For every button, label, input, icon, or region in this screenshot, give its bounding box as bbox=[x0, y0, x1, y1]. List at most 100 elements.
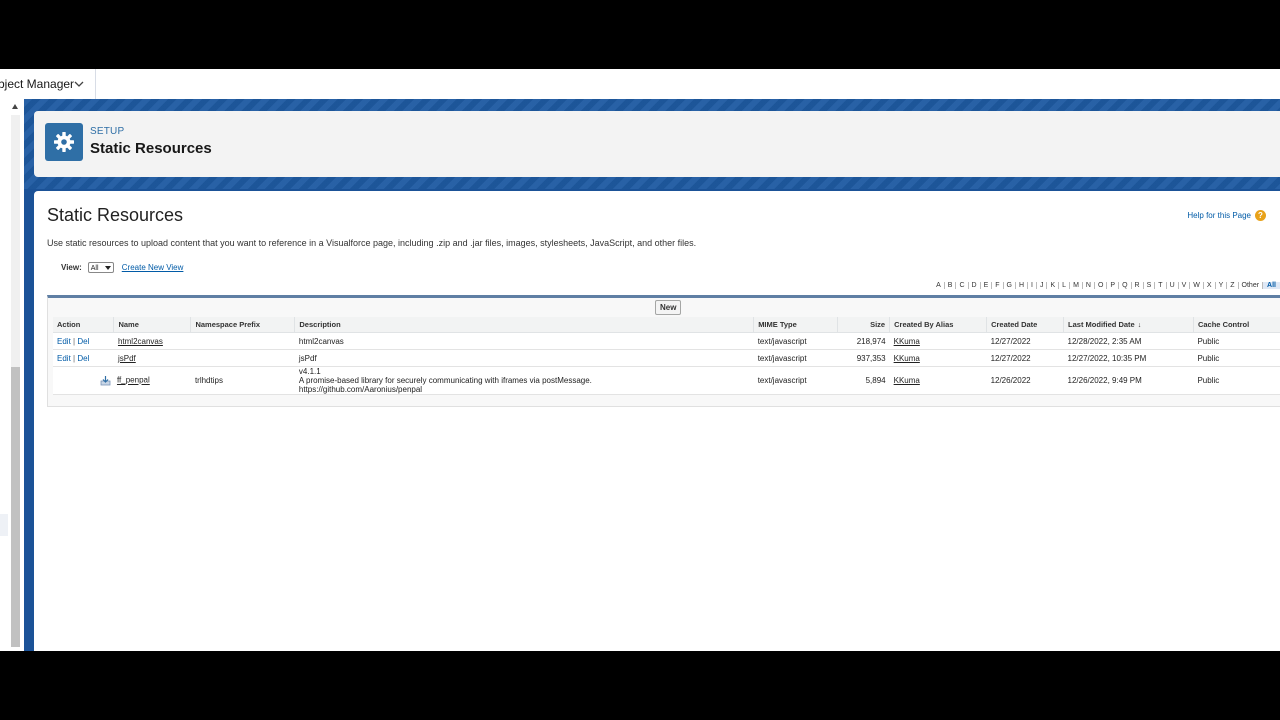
edit-link[interactable]: Edit bbox=[57, 337, 71, 346]
created-by-link[interactable]: KKuma bbox=[894, 337, 920, 346]
created-date-cell: 12/27/2022 bbox=[986, 332, 1064, 350]
alpha-filter-x[interactable]: X bbox=[1202, 282, 1215, 289]
created-by-link[interactable]: KKuma bbox=[894, 354, 920, 363]
col-mime[interactable]: MIME Type bbox=[753, 317, 839, 333]
alpha-filter-a[interactable]: A bbox=[933, 282, 944, 289]
alpha-filter-all[interactable]: All bbox=[1262, 282, 1280, 289]
created-by-link[interactable]: KKuma bbox=[894, 376, 920, 385]
col-action: Action bbox=[53, 317, 115, 333]
resource-list: New Action Name Namespace Prefix Descrip… bbox=[47, 295, 1280, 407]
app-window: bject Manager SETUP Static Resources Sta… bbox=[0, 69, 1280, 651]
alpha-filter-d[interactable]: D bbox=[967, 282, 980, 289]
description-line: A promise-based library for securely com… bbox=[298, 376, 592, 385]
help-link[interactable]: Help for this Page ? bbox=[1187, 210, 1266, 221]
view-selector-row: View: All Create New View bbox=[61, 262, 183, 273]
alpha-filter-k[interactable]: K bbox=[1046, 282, 1058, 289]
help-link-label[interactable]: Help for this Page bbox=[1187, 211, 1251, 220]
scrollbar-thumb[interactable] bbox=[11, 367, 20, 647]
alpha-filter-other[interactable]: Other bbox=[1237, 282, 1263, 289]
alpha-filter-y[interactable]: Y bbox=[1214, 282, 1227, 289]
alpha-filter-v[interactable]: V bbox=[1177, 282, 1190, 289]
alpha-filter-g[interactable]: G bbox=[1002, 282, 1015, 289]
page-title: Static Resources bbox=[47, 205, 184, 225]
download-icon[interactable] bbox=[100, 375, 111, 386]
row-actions: Edit | Del bbox=[53, 332, 114, 350]
sort-desc-icon: ↓ bbox=[1137, 322, 1142, 329]
new-button[interactable]: New bbox=[655, 300, 682, 315]
description-line: v4.1.1 bbox=[298, 367, 321, 376]
left-scroll-strip bbox=[0, 99, 25, 651]
resource-table: Action Name Namespace Prefix Description… bbox=[53, 317, 1280, 395]
resource-name-link[interactable]: html2canvas bbox=[118, 337, 163, 346]
alpha-filter-u[interactable]: U bbox=[1165, 282, 1178, 289]
alpha-filter-s[interactable]: S bbox=[1142, 282, 1155, 289]
col-description[interactable]: Description bbox=[294, 317, 755, 333]
resource-name-link[interactable]: jsPdf bbox=[118, 354, 136, 363]
namespace-cell bbox=[190, 349, 295, 367]
alpha-filter-b[interactable]: B bbox=[943, 282, 956, 289]
table-row: Edit | Del jsPdf jsPdf text/javascript 9… bbox=[53, 349, 1280, 367]
row-actions: Edit | Del bbox=[53, 349, 114, 367]
alpha-filter-t[interactable]: T bbox=[1154, 282, 1165, 289]
help-icon[interactable]: ? bbox=[1255, 210, 1266, 221]
size-cell: 218,974 bbox=[837, 332, 890, 350]
last-modified-cell: 12/26/2022, 9:49 PM bbox=[1063, 366, 1194, 395]
alpha-filter-j[interactable]: J bbox=[1035, 282, 1047, 289]
page-header: SETUP Static Resources bbox=[34, 111, 1280, 177]
alpha-filter-f[interactable]: F bbox=[991, 282, 1002, 289]
mime-cell: text/javascript bbox=[753, 332, 838, 350]
del-link[interactable]: Del bbox=[77, 354, 89, 363]
name-cell: ff_penpal bbox=[100, 366, 191, 395]
col-cache-control[interactable]: Cache Control bbox=[1193, 317, 1280, 333]
col-created-date[interactable]: Created Date bbox=[986, 317, 1065, 333]
alpha-filter-c[interactable]: C bbox=[955, 282, 967, 289]
col-last-modified[interactable]: Last Modified Date ↓ bbox=[1063, 317, 1194, 333]
chevron-down-icon[interactable] bbox=[73, 78, 85, 90]
content-card: Static Resources Help for this Page ? Us… bbox=[34, 191, 1280, 651]
alpha-filter-l[interactable]: L bbox=[1058, 282, 1069, 289]
alpha-filter-w[interactable]: W bbox=[1189, 282, 1203, 289]
last-modified-cell: 12/28/2022, 2:35 AM bbox=[1063, 332, 1194, 350]
col-namespace[interactable]: Namespace Prefix bbox=[190, 317, 296, 333]
alpha-filter-i[interactable]: I bbox=[1027, 282, 1036, 289]
last-modified-cell: 12/27/2022, 10:35 PM bbox=[1063, 349, 1194, 367]
table-row: Edit | Del html2canvas html2canvas text/… bbox=[53, 332, 1280, 350]
create-new-view-link[interactable]: Create New View bbox=[122, 263, 184, 272]
col-created-by[interactable]: Created By Alias bbox=[889, 317, 988, 333]
del-link[interactable]: Del bbox=[77, 337, 89, 346]
edit-link[interactable]: Edit bbox=[57, 354, 71, 363]
cache-control-cell: Public bbox=[1193, 349, 1280, 367]
description-cell: v4.1.1 A promise-based library for secur… bbox=[294, 366, 754, 395]
view-select[interactable]: All bbox=[87, 262, 114, 273]
resource-name-link[interactable]: ff_penpal bbox=[117, 376, 150, 385]
alpha-filter-m[interactable]: M bbox=[1069, 282, 1082, 289]
alpha-filter-e[interactable]: E bbox=[979, 282, 992, 289]
alpha-filter-o[interactable]: O bbox=[1093, 282, 1106, 289]
created-date-cell: 12/26/2022 bbox=[986, 366, 1064, 395]
col-size[interactable]: Size bbox=[837, 317, 891, 333]
alpha-filter-h[interactable]: H bbox=[1014, 282, 1027, 289]
tab-label: bject Manager bbox=[0, 77, 75, 91]
tab-object-manager[interactable]: bject Manager bbox=[0, 69, 96, 99]
view-label: View: bbox=[61, 263, 82, 272]
created-date-cell: 12/27/2022 bbox=[986, 349, 1064, 367]
mime-cell: text/javascript bbox=[753, 349, 838, 367]
gear-icon-graphic bbox=[54, 132, 74, 152]
description-cell: html2canvas bbox=[294, 332, 754, 350]
namespace-cell bbox=[190, 332, 295, 350]
scroll-up-arrow-icon[interactable] bbox=[12, 104, 18, 109]
header-setup-label: SETUP bbox=[90, 126, 125, 137]
nav-indicator bbox=[0, 514, 8, 536]
alpha-filter-z[interactable]: Z bbox=[1226, 282, 1237, 289]
col-last-modified-label[interactable]: Last Modified Date bbox=[1068, 320, 1135, 329]
top-tab-bar: bject Manager bbox=[0, 69, 1280, 100]
alpha-filter-r[interactable]: R bbox=[1130, 282, 1143, 289]
action-separator: | bbox=[73, 353, 76, 363]
gear-icon bbox=[45, 123, 83, 161]
alpha-filter-q[interactable]: Q bbox=[1118, 282, 1130, 289]
table-row: ff_penpal trlhdtips v4.1.1 A promise-bas… bbox=[53, 366, 1280, 395]
col-name[interactable]: Name bbox=[113, 317, 192, 333]
alpha-filter-p[interactable]: P bbox=[1106, 282, 1118, 289]
alpha-filter-n[interactable]: N bbox=[1081, 282, 1094, 289]
size-cell: 937,353 bbox=[837, 349, 890, 367]
